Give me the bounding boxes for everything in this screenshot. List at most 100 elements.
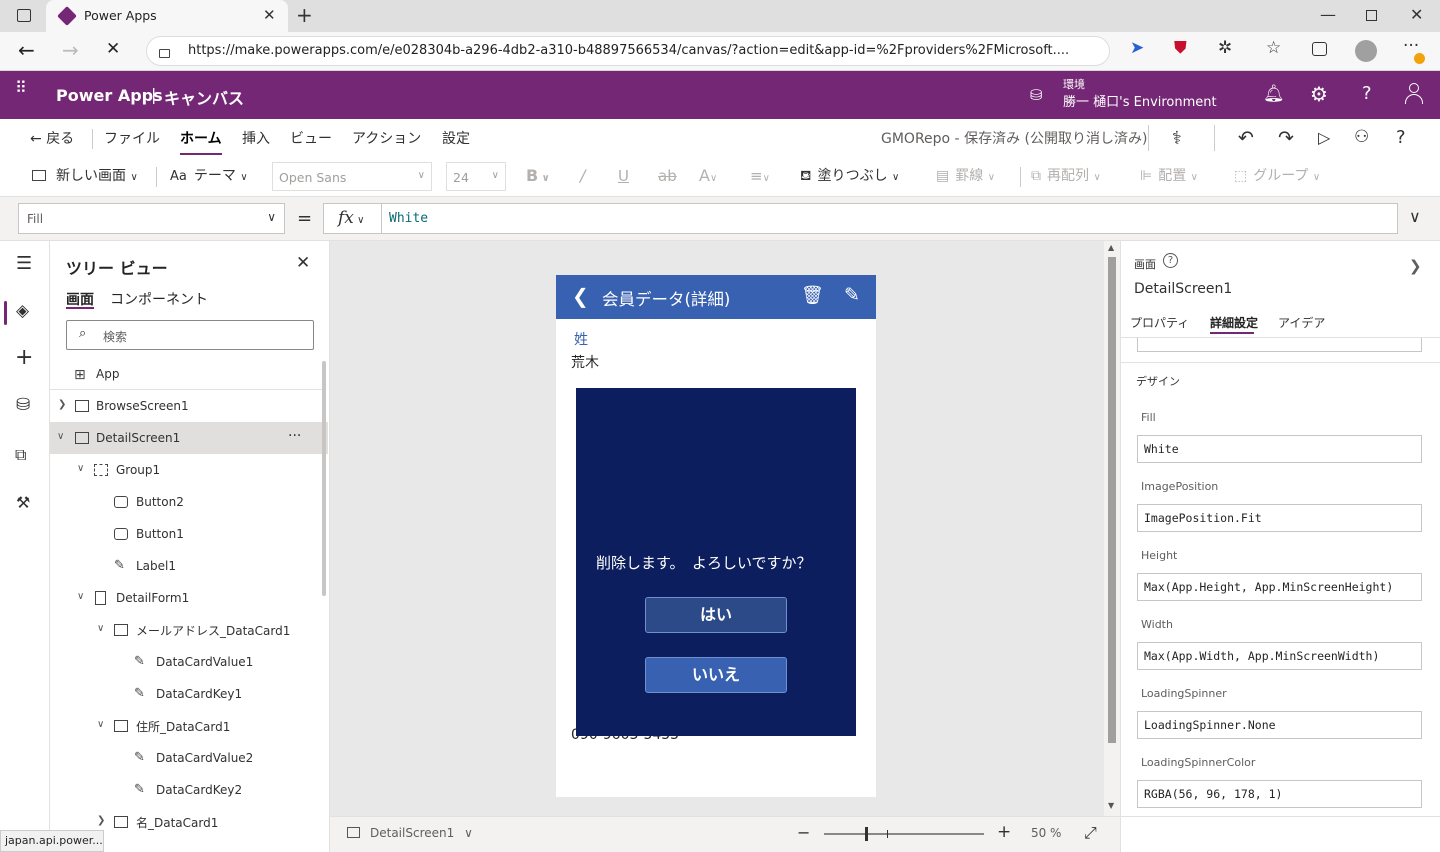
prop-input-width[interactable]: Max(App.Width, App.MinScreenWidth) (1137, 642, 1422, 670)
tree-item-app[interactable]: ⊞ App (50, 358, 328, 390)
media-icon[interactable]: ⧉ (15, 445, 26, 465)
hamburger-icon[interactable]: ☰ (16, 253, 32, 274)
play-preview-icon[interactable]: ▷ (1318, 128, 1330, 147)
notifications-icon[interactable]: 🔔︎ (1263, 84, 1285, 104)
expand-formula-icon[interactable]: ∨ (1409, 207, 1421, 226)
menu-insert[interactable]: 挿入 (242, 119, 270, 157)
font-size-select[interactable]: 24 ∨ (446, 162, 506, 191)
minimize-icon[interactable]: — (1320, 5, 1336, 24)
new-tab-icon[interactable]: + (296, 3, 313, 27)
back-button[interactable]: ← 戻る (30, 119, 74, 157)
tree-item-group1[interactable]: ∨ Group1 (50, 454, 328, 486)
tree-close-icon[interactable]: ✕ (296, 253, 310, 273)
zoom-in-icon[interactable]: + (997, 822, 1011, 842)
zoom-value[interactable]: 50 (1031, 826, 1046, 840)
tree-search-input[interactable]: ⌕ 検索 (66, 320, 314, 350)
prop-input-fill[interactable]: White (1137, 435, 1422, 463)
tree-item-datacard-value2[interactable]: ✎ DataCardValue2 (50, 742, 328, 774)
underline-icon[interactable]: U (618, 157, 629, 197)
favorites-icon[interactable]: ☆ (1266, 38, 1281, 58)
bold-icon[interactable]: B ∨ (526, 157, 550, 197)
forward-arrow-icon[interactable]: → (62, 38, 79, 62)
app-name[interactable]: Power Apps (56, 86, 163, 105)
environment-name[interactable]: 勝一 樋口's Environment (1063, 91, 1217, 110)
font-color-icon[interactable]: A∨ (699, 157, 717, 197)
fill-button[interactable]: ⛾ 塗りつぶし ∨ (800, 157, 899, 197)
tree-item-button1[interactable]: Button1 (50, 518, 328, 550)
close-window-icon[interactable]: ✕ (1410, 5, 1423, 24)
zoom-slider[interactable] (824, 827, 984, 841)
tree-item-browse-screen[interactable]: ❯ BrowseScreen1 (50, 390, 328, 422)
tab-actions-icon[interactable] (17, 9, 31, 22)
insert-plus-icon[interactable]: + (15, 345, 33, 370)
environment-icon[interactable]: ⛁ (1030, 86, 1043, 104)
tree-item-datacard-key2[interactable]: ✎ DataCardKey2 (50, 774, 328, 806)
tab-components[interactable]: コンポーネント (110, 289, 208, 309)
prop-input-image-position[interactable]: ImagePosition.Fit (1137, 504, 1422, 532)
restore-icon[interactable] (1366, 10, 1377, 21)
profile-avatar[interactable] (1355, 40, 1377, 62)
props-tab-properties[interactable]: プロパティ (1130, 314, 1189, 331)
yes-button[interactable]: はい (645, 597, 787, 633)
scroll-up-icon[interactable]: ▲ (1108, 243, 1114, 252)
app-checker-icon[interactable]: ⚕ (1172, 128, 1182, 149)
more-options-icon[interactable]: ··· (288, 428, 301, 444)
prop-input-loading-spinner[interactable]: LoadingSpinner.None (1137, 711, 1422, 739)
data-icon[interactable]: ⛁ (16, 395, 30, 415)
extensions-icon[interactable]: ✲ (1218, 38, 1232, 58)
strikethrough-icon[interactable]: ab (658, 157, 677, 197)
tree-item-datacard-key1[interactable]: ✎ DataCardKey1 (50, 678, 328, 710)
prop-input-height[interactable]: Max(App.Height, App.MinScreenHeight) (1137, 573, 1422, 601)
props-collapse-icon[interactable]: ❯ (1409, 257, 1422, 275)
app-launcher-icon[interactable]: ⠿ (15, 80, 33, 96)
fit-to-window-icon[interactable]: ⤢ (1084, 823, 1097, 843)
undo-icon[interactable]: ↶ (1238, 127, 1254, 149)
menu-action[interactable]: アクション (352, 119, 421, 157)
border-button[interactable]: ▤ 罫線 ∨ (936, 157, 995, 197)
no-button[interactable]: いいえ (645, 657, 787, 693)
menu-file[interactable]: ファイル (104, 119, 160, 157)
tools-icon[interactable]: ⚒ (16, 493, 30, 512)
zoom-out-icon[interactable]: − (797, 823, 810, 842)
url-field[interactable]: https://make.powerapps.com/e/e028304b-a2… (146, 36, 1110, 66)
canvas-scrollbar-thumb[interactable] (1108, 257, 1116, 743)
tab-close-icon[interactable]: ✕ (263, 6, 276, 24)
italic-icon[interactable]: / (580, 157, 585, 197)
tree-item-detail-form[interactable]: ∨ DetailForm1 (50, 582, 328, 614)
edit-pencil-icon[interactable]: ✎ (844, 284, 860, 306)
formula-input[interactable]: White (381, 203, 1398, 234)
props-tab-ideas[interactable]: アイデア (1278, 314, 1325, 331)
menu-home[interactable]: ホーム (180, 119, 222, 157)
screen-picker[interactable]: DetailScreen1 ∨ (347, 826, 473, 840)
scroll-down-icon[interactable]: ▼ (1108, 801, 1114, 810)
browser-tab[interactable]: Power Apps ✕ (46, 0, 288, 32)
props-tab-advanced[interactable]: 詳細設定 (1210, 314, 1258, 331)
tree-item-button2[interactable]: Button2 (50, 486, 328, 518)
group-button[interactable]: ⬚ グループ ∨ (1234, 157, 1320, 197)
share-icon[interactable]: ⚇ (1354, 127, 1369, 147)
app-screen[interactable]: ❮ 会員データ(詳細) 🗑︎ ✎ 姓 荒木 090-9603-5455 削除しま… (556, 275, 876, 797)
trash-icon[interactable]: 🗑︎ (801, 285, 824, 306)
help-icon[interactable]: ? (1362, 83, 1372, 104)
text-align-icon[interactable]: ≡∨ (750, 157, 770, 197)
back-arrow-icon[interactable]: ← (18, 38, 35, 62)
settings-gear-icon[interactable]: ⚙ (1310, 82, 1328, 106)
fx-button[interactable]: fx ∨ (323, 203, 382, 234)
tree-item-address-datacard[interactable]: ∨ 住所_DataCard1 (50, 710, 328, 742)
new-screen-button[interactable]: 新しい画面 ∨ (32, 157, 138, 197)
collections-icon[interactable] (1312, 42, 1327, 56)
theme-button[interactable]: Aa テーマ ∨ (170, 157, 248, 197)
back-chevron-icon[interactable]: ❮ (572, 284, 589, 308)
align-button[interactable]: ⊫ 配置 ∨ (1140, 157, 1198, 197)
tree-item-datacard-value1[interactable]: ✎ DataCardValue1 (50, 646, 328, 678)
prop-input-loading-spinner-color[interactable]: RGBA(56, 96, 178, 1) (1137, 780, 1422, 808)
account-icon[interactable] (1405, 83, 1423, 105)
stop-loading-icon[interactable]: ✕ (106, 39, 120, 59)
tree-scrollbar[interactable] (322, 361, 326, 596)
extension-shield-icon[interactable]: ⛊ (1174, 38, 1187, 58)
redo-icon[interactable]: ↷ (1278, 127, 1294, 149)
font-select[interactable]: Open Sans ∨ (272, 162, 432, 191)
tab-screens[interactable]: 画面 (66, 289, 94, 309)
menu-settings[interactable]: 設定 (442, 119, 470, 157)
tree-item-email-datacard[interactable]: ∨ メールアドレス_DataCard1 (50, 614, 328, 646)
